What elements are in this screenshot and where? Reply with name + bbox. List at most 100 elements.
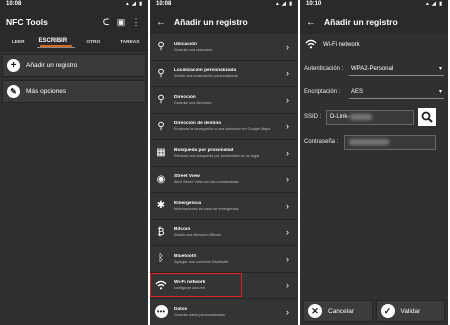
list-item-emergencia[interactable]: ✱ Emergencia Informaciones en caso de eme…: [150, 193, 298, 220]
dots-icon: •••: [154, 305, 168, 319]
item-title: Wi-Fi network: [174, 280, 206, 286]
chevron-right-icon: ›: [286, 253, 289, 264]
item-subtitle: Abrir Street View con las coordenadas: [174, 180, 239, 185]
validate-label: Validar: [400, 307, 421, 315]
list-item-datos[interactable]: ••• Datos Guardar datos personalizados ›: [150, 299, 298, 325]
list-item-ubicacion[interactable]: ⚲ Ubicación Guardar una ubicación ›: [150, 34, 298, 61]
password-input[interactable]: [344, 134, 436, 150]
screen-add-record-list: 10:08 ▴ ◢ ▮ ← Añadir un registro ⚲ Ubica…: [150, 0, 298, 325]
list-item-direccion[interactable]: ⚲ Dirección Guardar una dirección ›: [150, 87, 298, 114]
status-time: 10:08: [6, 1, 22, 7]
chevron-right-icon: ›: [286, 306, 289, 317]
item-subtitle: configurar una red: [174, 286, 205, 291]
screen-wifi-form: 10:10 ▴ ◢ ▮ ← Añadir un registro Wi-Fi n…: [300, 0, 448, 325]
asterisk-icon: ✱: [156, 200, 166, 212]
status-icons: ▴ ◢ ▮: [126, 1, 143, 7]
ssid-input[interactable]: D-Link-: [326, 109, 414, 125]
nfc-icon[interactable]: ᑕ: [100, 17, 112, 28]
chevron-right-icon: ›: [286, 41, 289, 52]
record-type-list: ⚲ Ubicación Guardar una ubicación › ⚲ Loc…: [150, 34, 298, 325]
auth-value: WPA2-Personal: [351, 65, 394, 72]
list-item-wifi-network[interactable]: Wi-Fi network configurar una red ›: [150, 272, 298, 299]
item-title: Búsqueda por proximidad: [174, 147, 234, 153]
ssid-blur: [350, 114, 373, 120]
tab-tareas[interactable]: TAREAS: [112, 34, 149, 50]
bluetooth-icon: ᛒ: [158, 253, 164, 265]
item-title: Street View: [174, 174, 200, 180]
tab-otro[interactable]: OTRO: [75, 34, 112, 50]
location-icon: ⚲: [157, 120, 165, 132]
back-arrow-icon[interactable]: ←: [306, 17, 316, 28]
ssid-label: SSID :: [304, 114, 322, 120]
status-bar: 10:08 ▴ ◢ ▮: [0, 0, 148, 10]
auth-select[interactable]: WPA2-Personal ▾: [349, 62, 444, 76]
item-title: Ubicación: [174, 41, 197, 47]
chevron-right-icon: ›: [286, 280, 289, 291]
status-icons: ▴ ◢ ▮: [276, 1, 293, 7]
cancel-label: Cancelar: [328, 307, 355, 315]
item-subtitle: Empezar la navegación a una ubicación en…: [174, 127, 271, 132]
close-icon: ✕: [308, 304, 322, 318]
plus-icon: +: [7, 59, 20, 72]
wifi-icon: [154, 278, 168, 292]
tab-bar: LEER ESCRIBIR OTRO TAREAS: [0, 34, 148, 51]
chevron-right-icon: ›: [286, 227, 289, 238]
status-bar: 10:08 ▴ ◢ ▮: [150, 0, 298, 10]
item-subtitle: Guardar una dirección: [174, 100, 212, 105]
wifi-highlight-box: Wi-Fi network configurar una red: [150, 273, 242, 298]
add-record-button[interactable]: + Añadir un registro: [2, 54, 146, 77]
list-item-busqueda[interactable]: ▦ Búsqueda por proximidad Efectuar una bú…: [150, 140, 298, 167]
wifi-form: Autenticación : WPA2-Personal ▾ Encripta…: [300, 56, 448, 164]
page-title: Añadir un registro: [324, 17, 398, 27]
list-item-localizacion[interactable]: ⚲ Localización personalizada Añadir una l…: [150, 60, 298, 87]
item-subtitle: Agregar una conexión Bluetooth: [174, 259, 229, 264]
item-title: Bitcoin: [174, 227, 191, 233]
item-title: Localización personalizada: [174, 68, 237, 74]
chevron-right-icon: ›: [286, 68, 289, 79]
chevron-right-icon: ›: [286, 121, 289, 132]
status-icons: ▴ ◢ ▮: [426, 1, 443, 7]
item-title: Emergencia: [174, 200, 202, 206]
app-bar: ← Añadir un registro: [300, 10, 448, 34]
location-icon: ⚲: [157, 41, 165, 53]
add-record-label: Añadir un registro: [26, 62, 78, 69]
list-item-bluetooth[interactable]: ᛒ Bluetooth Agregar una conexión Bluetoot…: [150, 246, 298, 273]
item-title: Bluetooth: [174, 253, 197, 259]
chevron-right-icon: ›: [286, 200, 289, 211]
back-arrow-icon[interactable]: ←: [156, 17, 166, 28]
item-subtitle: Añadir una localización personalizada: [174, 74, 238, 79]
location-icon: ⚲: [157, 94, 165, 106]
item-subtitle: Efectuar una búsqueda por proximidad de …: [174, 153, 260, 158]
list-item-street-view[interactable]: ◉ Street View Abrir Street View con las c…: [150, 166, 298, 193]
eye-icon: ◉: [156, 173, 166, 185]
cancel-button[interactable]: ✕ Cancelar: [303, 300, 373, 322]
check-icon: ✓: [380, 304, 395, 318]
validate-button[interactable]: ✓ Validar: [375, 300, 445, 322]
wifi-icon: [305, 39, 317, 51]
tag-icon[interactable]: ▣: [115, 17, 127, 28]
app-bar: NFC Tools ᑕ ▣ ⋮: [0, 10, 148, 34]
location-icon: ⚲: [157, 67, 165, 79]
bottom-bar: ✕ Cancelar ✓ Validar: [300, 297, 448, 325]
map-icon: ▦: [156, 147, 166, 159]
item-subtitle: Guardar datos personalizados: [174, 312, 225, 317]
more-options-button[interactable]: ✎ Más opciones: [2, 80, 146, 103]
item-title: Datos: [174, 306, 188, 312]
password-blur: [349, 139, 389, 145]
tab-leer[interactable]: LEER: [0, 34, 37, 50]
list-item-destino[interactable]: ⚲ Dirección de destino Empezar la navegac…: [150, 113, 298, 140]
search-icon: [421, 111, 433, 123]
app-title: NFC Tools: [6, 17, 48, 27]
ssid-value: D-Link-: [330, 114, 350, 120]
more-options-label: Más opciones: [26, 88, 67, 95]
status-time: 10:08: [156, 1, 172, 7]
item-subtitle: Guardar una ubicación: [174, 47, 213, 52]
item-subtitle: Añadir una dirección Bitcoin: [174, 233, 222, 238]
item-subtitle: Informaciones en caso de emergencia: [174, 206, 239, 211]
enc-select[interactable]: AES ▾: [349, 85, 444, 99]
tab-escribir[interactable]: ESCRIBIR: [36, 34, 75, 48]
dropdown-arrow-icon: ▾: [438, 66, 442, 72]
more-vert-icon[interactable]: ⋮: [130, 17, 142, 28]
search-button[interactable]: [418, 108, 436, 126]
list-item-bitcoin[interactable]: ₿ Bitcoin Añadir una dirección Bitcoin ›: [150, 219, 298, 246]
